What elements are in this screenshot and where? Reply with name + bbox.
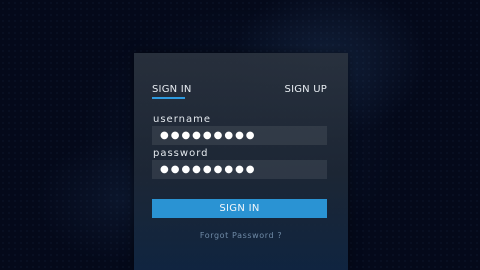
username-label: username bbox=[153, 114, 211, 125]
sign-in-button[interactable]: SIGN IN bbox=[152, 199, 327, 218]
login-panel: SIGN IN SIGN UP username password SIGN I… bbox=[134, 53, 348, 270]
forgot-password-link[interactable]: Forgot Password ? bbox=[134, 231, 348, 240]
password-label: password bbox=[153, 148, 209, 159]
tab-sign-up[interactable]: SIGN UP bbox=[285, 84, 327, 95]
username-field[interactable] bbox=[152, 126, 327, 145]
password-field[interactable] bbox=[152, 160, 327, 179]
tab-sign-in[interactable]: SIGN IN bbox=[152, 84, 192, 95]
active-tab-indicator bbox=[152, 97, 185, 99]
